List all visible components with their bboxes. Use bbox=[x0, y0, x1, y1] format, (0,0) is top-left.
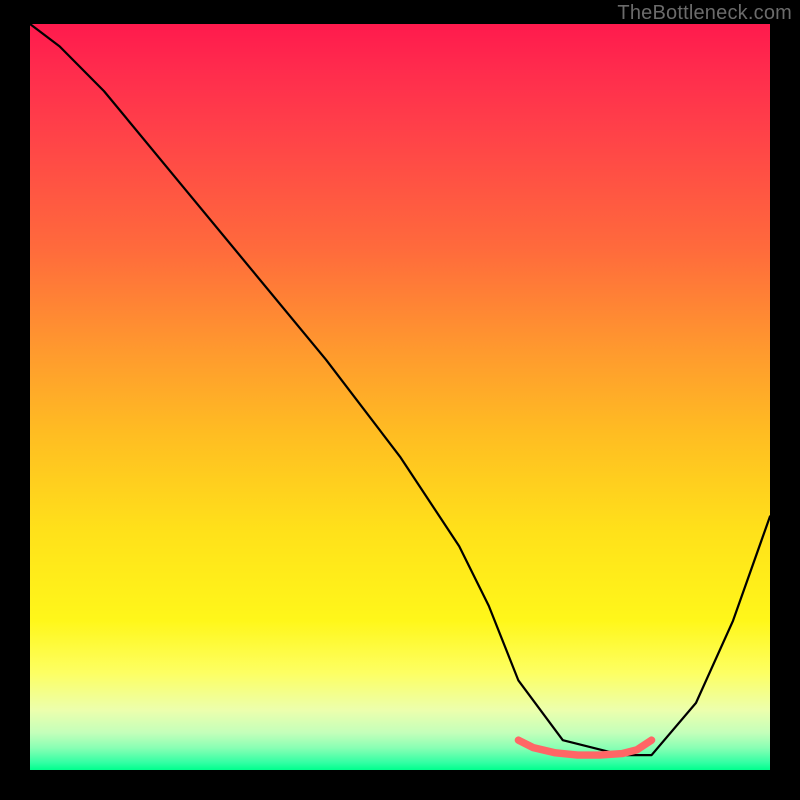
curve-layer bbox=[30, 24, 770, 770]
chart-frame: TheBottleneck.com bbox=[0, 0, 800, 800]
bottleneck-curve-path bbox=[30, 24, 770, 755]
optimal-range-marker-path bbox=[518, 740, 651, 755]
plot-area bbox=[30, 24, 770, 770]
watermark-text: TheBottleneck.com bbox=[617, 2, 792, 25]
